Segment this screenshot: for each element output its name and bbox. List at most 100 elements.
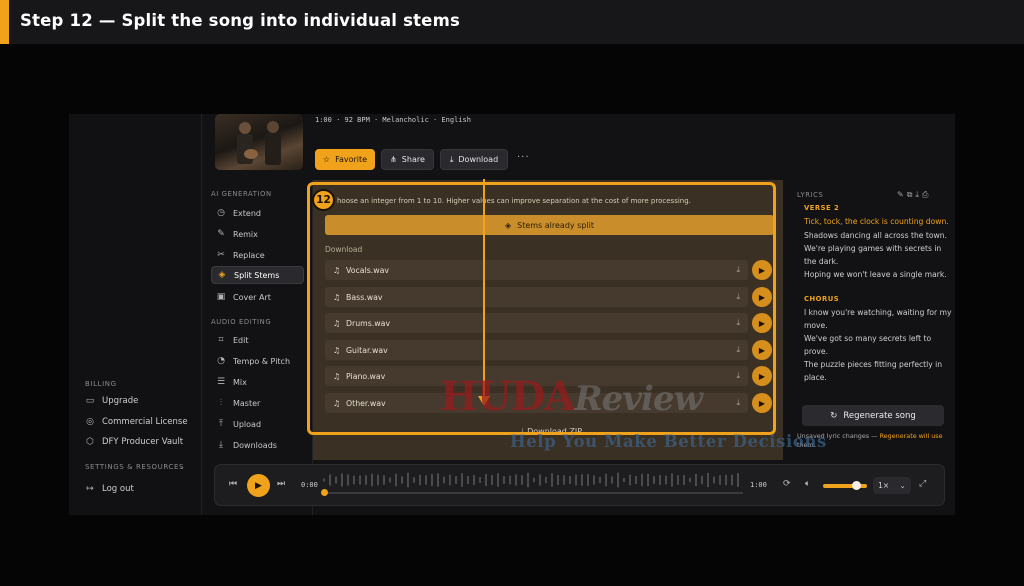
waveform-bar [725,474,727,486]
favorite-button[interactable]: ☆ Favorite [315,149,375,170]
download-button[interactable]: ⤓ Download [440,149,508,170]
lyric-line: We're playing games with secrets in [804,244,942,253]
share-button[interactable]: ⋔ Share [381,149,434,170]
waveform-bar [701,475,703,485]
waveform-bar [395,473,397,487]
fullscreen-icon[interactable]: ⤢ [919,479,926,489]
waveform-bar [659,475,661,485]
waveform-bar [413,477,415,483]
lyric-line: We've got so many secrets left to [804,334,932,343]
waveform-bar [629,474,631,486]
refresh-icon: ↻ [830,410,838,421]
waveform-bar [347,474,349,486]
waveform-bar [473,475,475,485]
waveform-bar [695,473,697,487]
nav-item-master[interactable]: ⫶ Master [211,394,304,412]
regenerate-song-button[interactable]: ↻ Regenerate song [802,405,944,426]
waveform-bar [353,475,355,485]
playback-speed-select[interactable]: 1× ⌄ [873,477,911,494]
skip-back-icon[interactable]: ⏮ [229,479,237,489]
waveform-bar [599,476,601,484]
check-circle-icon: ◎ [86,417,94,427]
sidebar-item-dfy-producer-vault[interactable]: ⬡ DFY Producer Vault [85,437,183,447]
nav-item-upload[interactable]: ⤒ Upload [211,415,304,433]
nav-item-cover-art[interactable]: ▣ Cover Art [211,288,304,306]
unsaved-link[interactable]: Regenerate will use [880,432,943,440]
sliders-icon: ☰ [216,377,226,387]
box-icon: ⬡ [86,437,94,447]
waveform-bar [707,472,709,488]
settings-section-toggle[interactable]: SETTINGS & RESOURCES ⌄ [85,463,195,471]
more-options-icon[interactable]: ··· [517,152,530,163]
nav-item-edit[interactable]: ⌗ Edit [211,331,304,349]
nav-item-label: Master [233,398,261,408]
download-icon: ⤓ [449,154,454,164]
waveform-bar [731,474,733,486]
nav-item-tempo-pitch[interactable]: ◔ Tempo & Pitch [211,352,304,370]
waveform-bar [461,473,463,487]
waveform-bar [431,474,433,486]
waveform-bar [365,475,367,485]
repeat-icon[interactable]: ⟳ [783,479,791,489]
waveform-bar [575,474,577,486]
waveform-bar [557,474,559,486]
waveform-bar [635,475,637,485]
lyric-line: prove. [804,347,829,356]
share-label: Share [401,155,425,164]
nav-item-label: Replace [233,250,265,260]
duration: 1:00 [750,481,767,489]
pointer-arrow [483,179,485,399]
edit-icon[interactable]: ✎ [897,190,907,199]
waveform-bar [593,475,595,485]
print-icon[interactable]: ⎙ [922,190,931,199]
waveform-bar [737,473,739,487]
play-icon: ▶ [255,480,262,491]
waveform-bar [647,473,649,487]
waveform-bar [329,474,331,486]
app-screenshot: BILLING ▭ Upgrade ◎ Commercial License ⬡… [69,114,955,515]
share-icon: ⋔ [390,155,397,164]
logout-label: Log out [102,484,134,494]
seek-track[interactable] [323,492,743,494]
waveform-bar [443,476,445,484]
lyrics-toolbar: ✎⧉⤓⎙ [897,190,931,200]
nav-item-label: Split Stems [234,270,280,280]
watermark-brand-tail: Review [574,379,702,419]
song-meta: 1:00 · 92 BPM · Melancholic · English [315,116,471,124]
waveform-bar [563,475,565,485]
waveform-bar [419,474,421,486]
waveform-bar [551,473,553,487]
lyric-line: move. [804,321,828,330]
sidebar-item-commercial-license[interactable]: ◎ Commercial License [85,417,188,427]
sidebar-item-upgrade[interactable]: ▭ Upgrade [85,396,139,406]
waveform-bar [437,473,439,487]
skip-forward-icon[interactable]: ⏭ [277,479,285,489]
nav-item-replace[interactable]: ✂ Replace [211,246,304,264]
lyric-line: Hoping we won't leave a single mark. [804,270,947,279]
waveform-bar [467,475,469,485]
nav-item-split-stems[interactable]: ◈ Split Stems [211,266,304,284]
nav-item-mix[interactable]: ☰ Mix [211,373,304,391]
play-button[interactable]: ▶ [247,474,270,497]
nav-item-extend[interactable]: ◷ Extend [211,204,304,222]
volume-icon[interactable]: 🔈︎ [805,479,810,489]
watermark-brand-main: HUDA [440,373,575,420]
billing-section-label: BILLING [85,380,117,388]
audio-player: ⏮ ▶ ⏭ 0:00 1:00 ⟳ 🔈︎ 1× ⌄ ⤢ [214,464,945,506]
waveform-bar [383,475,385,485]
waveform-bar [671,473,673,487]
nav-item-downloads[interactable]: ⤓ Downloads [211,436,304,454]
waveform-bar [617,472,619,488]
seek-handle[interactable] [321,489,328,496]
banner-accent [0,0,9,44]
waveform-bar [587,474,589,486]
chorus-label: CHORUS [804,295,840,303]
waveform[interactable] [323,470,743,490]
volume-handle[interactable] [852,481,861,490]
logout-button[interactable]: ↦ Log out [85,484,134,494]
ai-generation-label: AI GENERATION [211,190,272,198]
nav-item-remix[interactable]: ✎ Remix [211,225,304,243]
nav-item-label: Cover Art [233,292,271,302]
nav-item-label: Edit [233,335,249,345]
nav-item-label: Downloads [233,440,277,450]
